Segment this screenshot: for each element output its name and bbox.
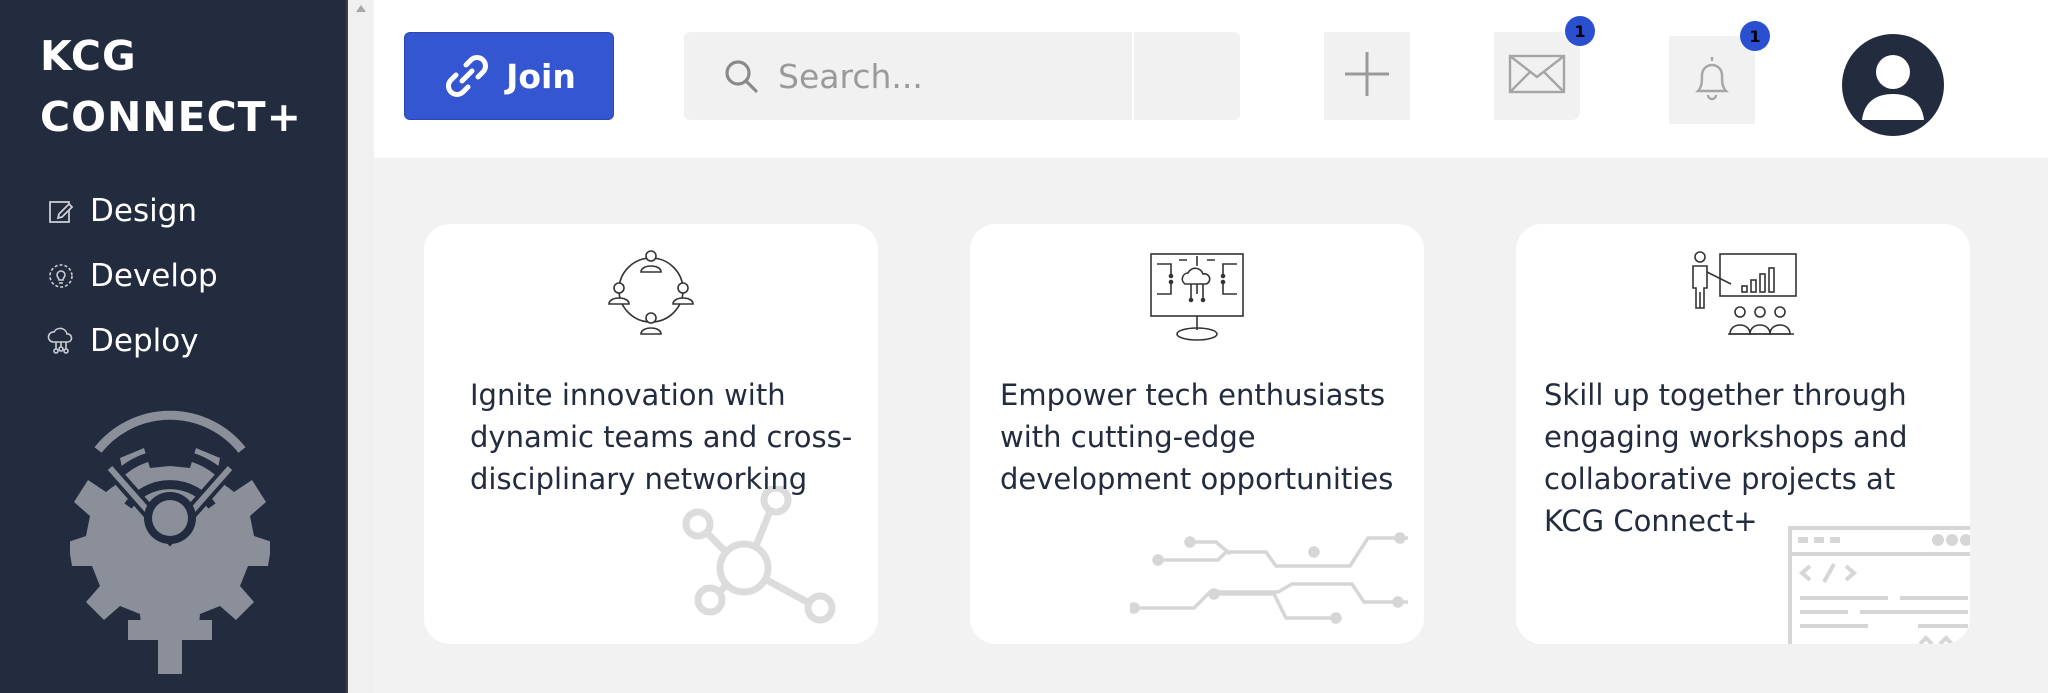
feature-card-workshops[interactable]: Skill up together through engaging works… xyxy=(1516,224,1970,644)
sidebar-nav: Design Develop Deploy xyxy=(46,178,326,373)
join-button[interactable]: Join xyxy=(404,32,614,120)
search-box[interactable] xyxy=(684,32,1132,120)
brand-title[interactable]: KCG CONNECT+ xyxy=(40,26,330,148)
vertical-scrollbar[interactable] xyxy=(348,0,374,693)
feature-card-development[interactable]: Empower tech enthusiasts with cutting-ed… xyxy=(970,224,1424,644)
user-icon xyxy=(1862,55,1924,120)
bulb-gear-icon xyxy=(46,261,76,291)
sidebar-item-develop[interactable]: Develop xyxy=(46,243,326,308)
network-graph-icon xyxy=(668,484,848,640)
circuit-lines-icon xyxy=(1128,524,1410,628)
sidebar: KCG CONNECT+ Design Develop Deploy xyxy=(0,0,348,693)
join-label: Join xyxy=(506,56,576,96)
brand-line-2: CONNECT+ xyxy=(40,93,302,141)
notifications-badge: 1 xyxy=(1740,21,1770,51)
add-button[interactable] xyxy=(1324,32,1410,120)
cloud-monitor-icon xyxy=(970,250,1424,342)
sidebar-item-design[interactable]: Design xyxy=(46,178,326,243)
team-network-icon xyxy=(424,250,878,344)
link-icon xyxy=(442,55,492,97)
search-input[interactable] xyxy=(776,55,1116,97)
sidebar-item-deploy[interactable]: Deploy xyxy=(46,308,326,373)
code-window-icon xyxy=(1788,526,1970,644)
cloud-network-icon xyxy=(46,326,76,356)
sidebar-item-label: Develop xyxy=(90,257,218,294)
bell-icon xyxy=(1690,53,1734,107)
search-icon xyxy=(722,57,760,95)
plus-icon xyxy=(1343,50,1391,102)
search-submit-area[interactable] xyxy=(1134,32,1240,120)
brand-line-1: KCG xyxy=(40,32,137,80)
card-description: Ignite innovation with dynamic teams and… xyxy=(470,378,853,496)
feature-card-networking[interactable]: Ignite innovation with dynamic teams and… xyxy=(424,224,878,644)
edit-icon xyxy=(46,196,76,226)
card-description: Empower tech enthusiasts with cutting-ed… xyxy=(1000,378,1394,496)
mail-icon xyxy=(1508,53,1566,99)
sidebar-item-label: Deploy xyxy=(90,322,199,359)
sidebar-item-label: Design xyxy=(90,192,198,229)
avatar[interactable] xyxy=(1842,34,1944,136)
messages-badge: 1 xyxy=(1565,16,1595,46)
app-root: KCG CONNECT+ Design Develop Deploy Join … xyxy=(0,0,2048,693)
gear-wifi-person-logo xyxy=(68,406,272,676)
presentation-audience-icon xyxy=(1516,250,1970,340)
card-description: Skill up together through engaging works… xyxy=(1544,378,1908,538)
messages-button[interactable] xyxy=(1494,32,1580,120)
notifications-button[interactable] xyxy=(1669,36,1755,124)
scroll-up-arrow-icon[interactable] xyxy=(356,5,366,12)
